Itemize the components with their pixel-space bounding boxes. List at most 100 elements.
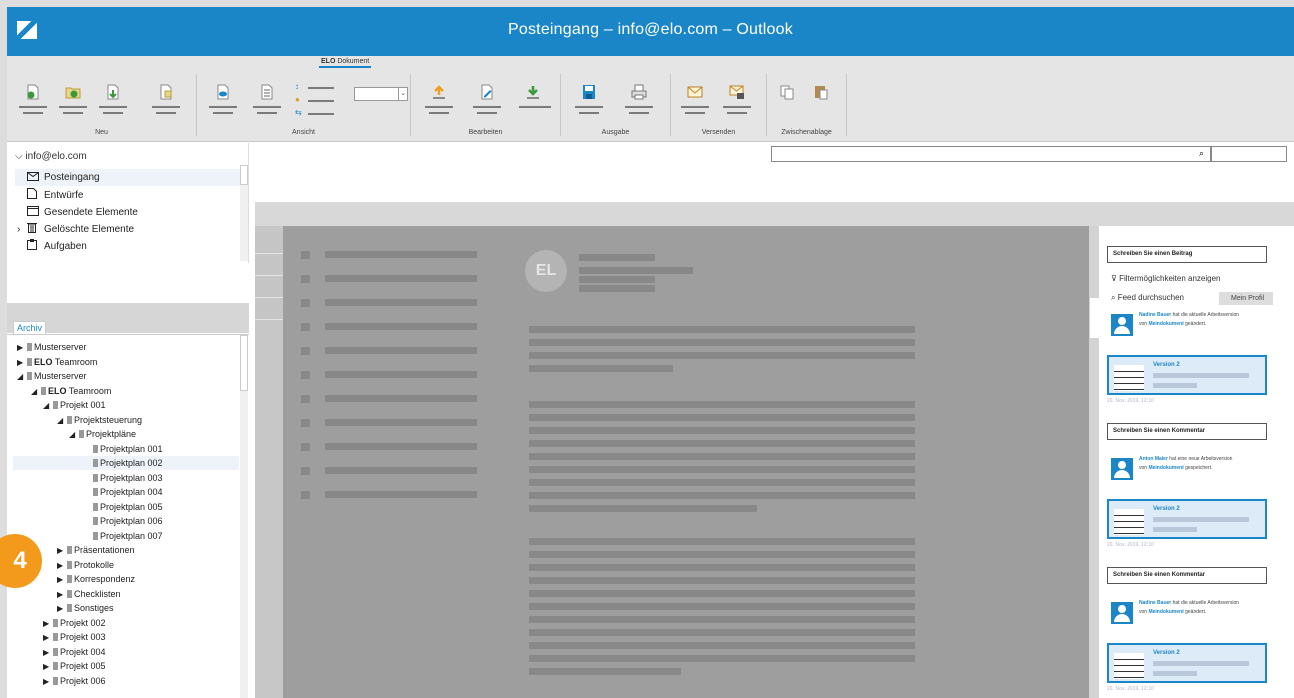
save-button[interactable] (575, 84, 605, 120)
folder-posteingang[interactable]: Posteingang (15, 169, 241, 186)
expand-arrow-icon[interactable]: ▶ (43, 660, 53, 674)
view-dropdown[interactable]: ⌄ (354, 87, 408, 101)
expand-arrow-icon[interactable]: ▶ (57, 559, 67, 573)
hand-icon[interactable]: ● (295, 95, 300, 104)
post-date: 20. Nov. 2019, 12:10 (1107, 398, 1154, 404)
post-user[interactable]: Anton Maier (1139, 456, 1168, 462)
post-user[interactable]: Nadine Bauer (1139, 600, 1171, 606)
search-input[interactable]: ⌕ (771, 146, 1211, 162)
post-user[interactable]: Nadine Bauer (1139, 312, 1171, 318)
expand-arrow-icon[interactable]: ◢ (57, 414, 67, 428)
scroll-thumb[interactable] (240, 165, 248, 185)
copy-icon[interactable] (779, 84, 795, 100)
side-tab[interactable] (255, 298, 283, 320)
new-from-template-button[interactable] (152, 84, 182, 120)
version-card[interactable]: Version 2 (1107, 643, 1267, 683)
post-doc-link[interactable]: Meindokument (1148, 465, 1183, 471)
tree-node[interactable]: Projektplan 007 (93, 529, 163, 543)
tree-node[interactable]: ▶ Projekt 002 (43, 616, 106, 630)
send-as-mail-button[interactable] (681, 84, 711, 120)
tree-node-label: Protokolle (74, 559, 115, 570)
folder-icon (27, 357, 32, 366)
comment-input[interactable]: Schreiben Sie einen Kommentar (1107, 423, 1267, 440)
expand-arrow-icon[interactable]: ▶ (17, 356, 27, 370)
paste-icon[interactable] (813, 84, 829, 100)
side-tab[interactable] (255, 276, 283, 298)
tree-node[interactable]: ▶ Sonstiges (57, 601, 114, 615)
tree-node[interactable]: Projektplan 003 (93, 471, 163, 485)
expand-arrow-icon[interactable]: ▶ (43, 617, 53, 631)
side-tab[interactable] (255, 254, 283, 276)
tree-node[interactable]: Projektplan 002 (13, 456, 239, 470)
archive-scrollbar[interactable] (240, 335, 248, 698)
tree-node[interactable]: ▶ Protokolle (57, 558, 114, 572)
print-button[interactable] (625, 84, 655, 120)
import-button[interactable] (99, 84, 129, 120)
search-scope-field[interactable] (1211, 146, 1287, 162)
expand-arrow-icon[interactable]: ▶ (57, 602, 67, 616)
expand-arrow-icon[interactable]: ◢ (17, 370, 27, 384)
text-line (529, 505, 757, 512)
view-button[interactable] (209, 84, 239, 120)
tree-node[interactable]: ▶ Projekt 004 (43, 645, 106, 659)
post-doc-link[interactable]: Meindokument (1148, 321, 1183, 327)
tree-node[interactable]: Projektplan 001 (93, 442, 163, 456)
tree-node[interactable]: ◢ Musterserver (17, 369, 87, 383)
tree-node[interactable]: ▶ Korrespondenz (57, 572, 135, 586)
checkin-button[interactable] (519, 84, 551, 120)
expand-arrow-icon[interactable]: ▶ (57, 588, 67, 602)
tree-node[interactable]: ◢ Projektpläne (69, 427, 136, 441)
new-document-button[interactable] (19, 84, 49, 120)
tree-node[interactable]: Projektplan 005 (93, 500, 163, 514)
expand-arrow-icon[interactable]: ▶ (43, 675, 53, 689)
tree-node[interactable]: Projektplan 004 (93, 485, 163, 499)
expand-arrow-icon[interactable]: ▶ (17, 341, 27, 355)
edit-button[interactable] (473, 84, 503, 120)
folder-geloeschte[interactable]: › Gelöschte Elemente (17, 221, 231, 238)
tab-elo-dokument[interactable]: ELO Dokument (319, 58, 372, 68)
my-profile-button[interactable]: Mein Profil (1219, 292, 1273, 305)
folder-scrollbar[interactable] (240, 165, 248, 261)
version-card[interactable]: Version 2 (1107, 499, 1267, 539)
folder-aufgaben[interactable]: Aufgaben (27, 238, 241, 255)
tree-node[interactable]: ◢ Projekt 001 (43, 398, 106, 412)
expand-icon[interactable]: › (17, 221, 20, 238)
write-post-input[interactable]: Schreiben Sie einen Beitrag (1107, 246, 1267, 263)
send-as-link-button[interactable] (723, 84, 753, 120)
account-node[interactable]: ⌵ info@elo.com (15, 151, 87, 162)
tree-node[interactable]: ▶ Projekt 003 (43, 630, 106, 644)
metadata-button[interactable] (253, 84, 283, 120)
folder-gesendete[interactable]: Gesendete Elemente (27, 204, 241, 221)
tab-archiv[interactable]: Archiv (13, 321, 47, 334)
comment-input[interactable]: Schreiben Sie einen Kommentar (1107, 567, 1267, 584)
tree-node[interactable]: ◢ Projektsteuerung (57, 413, 142, 427)
side-tab[interactable] (255, 232, 283, 254)
folder-entwuerfe[interactable]: Entwürfe (27, 187, 241, 204)
post-doc-link[interactable]: Meindokument (1148, 609, 1183, 615)
archive-tree: ▶ Musterserver ▶ ELO Teamroom ◢ Musterserver ◢… (7, 334, 249, 698)
tree-node[interactable]: ◢ ELO Teamroom (31, 384, 111, 398)
tree-node[interactable]: ▶ Projekt 006 (43, 674, 106, 688)
expand-arrow-icon[interactable]: ▶ (57, 573, 67, 587)
tree-node[interactable]: ▶ Projekt 005 (43, 659, 106, 673)
scroll-thumb[interactable] (1090, 298, 1099, 338)
tree-node[interactable]: ▶ ELO Teamroom (17, 355, 97, 369)
tree-node[interactable]: ▶ Präsentationen (57, 543, 135, 557)
version-card[interactable]: Version 2 (1107, 355, 1267, 395)
checkout-button[interactable] (425, 84, 455, 120)
new-folder-button[interactable] (59, 84, 89, 120)
tree-node[interactable]: ▶ Checklisten (57, 587, 121, 601)
expand-arrow-icon[interactable]: ◢ (31, 385, 41, 399)
expand-arrow-icon[interactable]: ◢ (69, 428, 79, 442)
tree-node[interactable]: Projektplan 006 (93, 514, 163, 528)
expand-arrow-icon[interactable]: ▶ (43, 631, 53, 645)
link-icon[interactable]: ⇆ (295, 108, 302, 117)
feed-search-link[interactable]: ⌕ Feed durchsuchen (1111, 293, 1184, 303)
sort-icon[interactable]: ↕ (295, 82, 299, 91)
scroll-thumb[interactable] (240, 335, 248, 391)
expand-arrow-icon[interactable]: ◢ (43, 399, 53, 413)
tree-node[interactable]: ▶ Musterserver (17, 340, 87, 354)
expand-arrow-icon[interactable]: ▶ (43, 646, 53, 660)
filter-toggle[interactable]: ⊽ Filtermöglichkeiten anzeigen (1111, 274, 1220, 283)
expand-arrow-icon[interactable]: ▶ (57, 544, 67, 558)
